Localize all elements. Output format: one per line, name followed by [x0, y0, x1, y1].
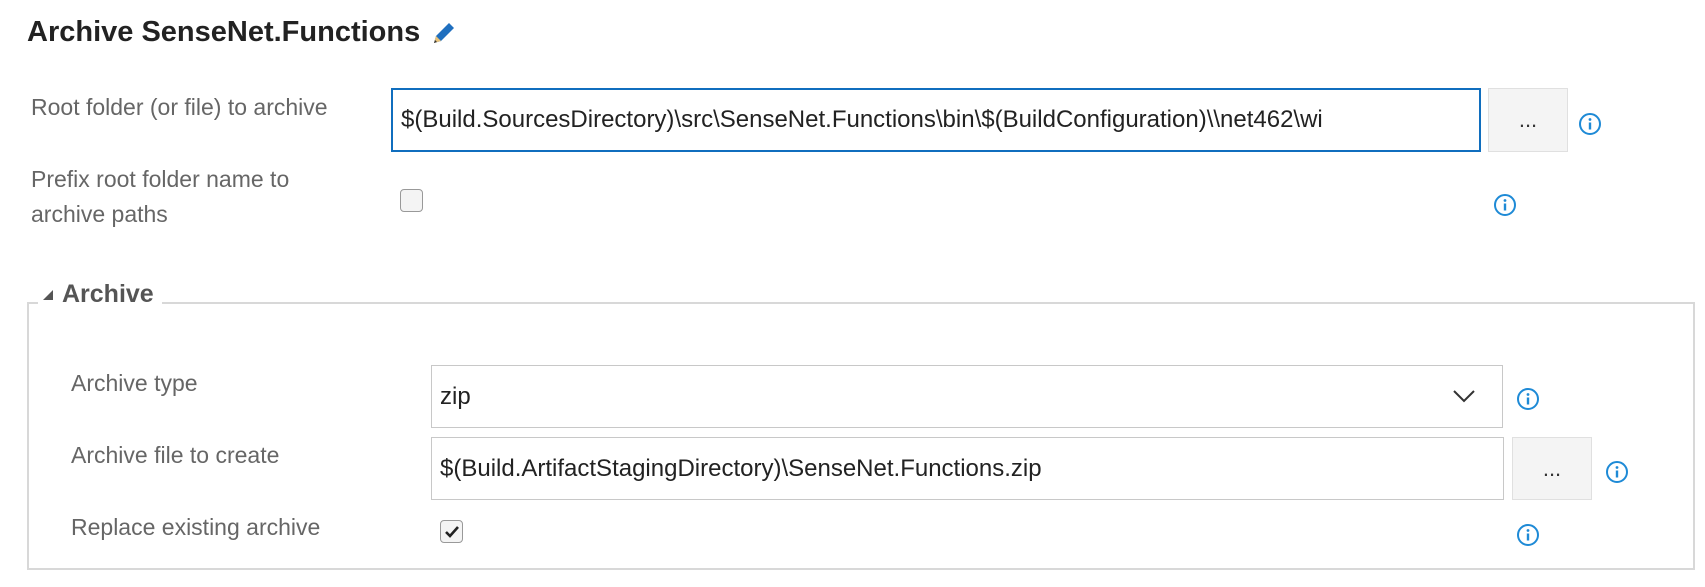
replace-existing-checkbox[interactable]: [440, 520, 463, 543]
root-folder-label: Root folder (or file) to archive: [31, 94, 328, 120]
archive-file-value: $(Build.ArtifactStagingDirectory)\SenseN…: [440, 454, 1042, 482]
collapse-triangle-icon[interactable]: [42, 289, 54, 301]
root-folder-input[interactable]: $(Build.SourcesDirectory)\src\SenseNet.F…: [391, 88, 1481, 152]
archive-section-header[interactable]: Archive: [38, 280, 162, 309]
task-title-text: Archive SenseNet.Functions: [27, 16, 421, 48]
prefix-root-checkbox[interactable]: [400, 189, 423, 212]
prefix-root-label-line1: Prefix root folder name to: [31, 166, 290, 192]
archive-file-browse-button[interactable]: ...: [1512, 437, 1592, 500]
info-icon[interactable]: [1516, 387, 1540, 411]
archive-type-select[interactable]: zip: [431, 365, 1503, 428]
pencil-icon[interactable]: [430, 19, 458, 47]
replace-existing-label: Replace existing archive: [71, 514, 321, 540]
info-icon[interactable]: [1578, 112, 1602, 136]
root-folder-value: $(Build.SourcesDirectory)\src\SenseNet.F…: [401, 106, 1323, 133]
archive-file-input[interactable]: $(Build.ArtifactStagingDirectory)\SenseN…: [431, 437, 1504, 500]
archive-type-label: Archive type: [71, 370, 198, 396]
task-title: Archive SenseNet.Functions: [27, 16, 458, 49]
archive-section-legend: Archive: [62, 280, 154, 308]
archive-file-label: Archive file to create: [71, 442, 280, 468]
prefix-root-label: Prefix root folder name to archive paths: [31, 162, 289, 232]
info-icon[interactable]: [1605, 460, 1629, 484]
archive-type-value: zip: [440, 382, 471, 410]
chevron-down-icon: [1453, 389, 1475, 402]
prefix-root-label-line2: archive paths: [31, 201, 168, 227]
info-icon[interactable]: [1493, 193, 1517, 217]
root-folder-browse-button[interactable]: ...: [1488, 88, 1568, 152]
info-icon[interactable]: [1516, 523, 1540, 547]
checkmark-icon: [444, 525, 459, 538]
